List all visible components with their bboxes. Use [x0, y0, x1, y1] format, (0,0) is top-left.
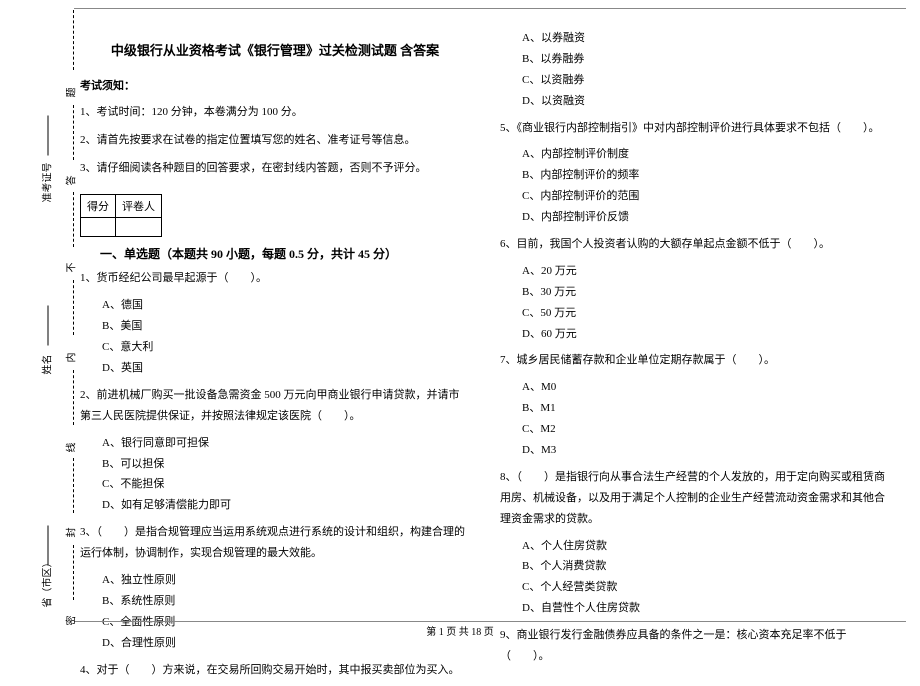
side-name-label: 姓名: [39, 355, 54, 375]
q4-opt-c: C、以资融券: [522, 70, 890, 91]
q4-opt-b: B、以券融券: [522, 49, 890, 70]
side-ticket-label: 准考证号: [39, 163, 54, 203]
exam-title: 中级银行从业资格考试《银行管理》过关检测试题 含答案: [80, 40, 470, 59]
q5-text: 5、《商业银行内部控制指引》中对内部控制评价进行具体要求不包括（ ）。: [500, 118, 890, 139]
q7-opt-b: B、M1: [522, 398, 890, 419]
seal-char-4: 内: [63, 353, 78, 363]
q7-text: 7、城乡居民储蓄存款和企业单位定期存款属于（ ）。: [500, 350, 890, 371]
q1-opt-c: C、意大利: [102, 337, 470, 358]
seal-char-6: 答: [63, 176, 78, 186]
notice-1: 1、考试时间：120 分钟，本卷满分为 100 分。: [80, 103, 470, 123]
q6-text: 6、目前，我国个人投资者认购的大额存单起点金额不低于（ ）。: [500, 234, 890, 255]
side-region-label: 省（市区）: [39, 558, 54, 608]
q2-opt-c: C、不能担保: [102, 474, 470, 495]
seal-line-3: [73, 370, 74, 425]
q6-opt-b: B、30 万元: [522, 282, 890, 303]
q6-opt-c: C、50 万元: [522, 303, 890, 324]
notice-head: 考试须知：: [80, 77, 470, 93]
q2-opt-d: D、如有足够清偿能力即可: [102, 495, 470, 516]
q2-opt-b: B、可以担保: [102, 454, 470, 475]
seal-line-4: [73, 280, 74, 335]
q3-opt-b: B、系统性原则: [102, 591, 470, 612]
page-footer: 第 1 页 共 18 页: [0, 623, 920, 638]
q5-opt-b: B、内部控制评价的频率: [522, 165, 890, 186]
seal-line-6: [73, 105, 74, 160]
q5-opt-d: D、内部控制评价反馈: [522, 207, 890, 228]
q7-opt-c: C、M2: [522, 419, 890, 440]
q8-opt-c: C、个人经营类贷款: [522, 577, 890, 598]
seal-line-7: [73, 10, 74, 70]
seal-char-2: 封: [63, 528, 78, 538]
right-column: A、以券融资 B、以券融券 C、以资融券 D、以资融资 5、《商业银行内部控制指…: [500, 20, 890, 686]
left-column: 中级银行从业资格考试《银行管理》过关检测试题 含答案 考试须知： 1、考试时间：…: [80, 20, 470, 686]
q2-text: 2、前进机械厂购买一批设备急需资金 500 万元向甲商业银行申请贷款，并请市第三…: [80, 385, 470, 427]
q1-text: 1、货币经纪公司最早起源于（ ）。: [80, 268, 470, 289]
grader-label: 评卷人: [116, 195, 162, 218]
score-table: 得分 评卷人: [80, 194, 162, 237]
seal-line-5: [73, 192, 74, 247]
side-binding-area: 省（市区） 姓名 准考证号 密 封 线 内 不 答 题: [18, 0, 68, 620]
q5-opt-a: A、内部控制评价制度: [522, 144, 890, 165]
score-blank: [81, 218, 116, 237]
content-columns: 中级银行从业资格考试《银行管理》过关检测试题 含答案 考试须知： 1、考试时间：…: [80, 20, 890, 686]
notice-2: 2、请首先按要求在试卷的指定位置填写您的姓名、准考证号等信息。: [80, 131, 470, 151]
q3-opt-a: A、独立性原则: [102, 570, 470, 591]
q2-opt-a: A、银行同意即可担保: [102, 433, 470, 454]
notice-3: 3、请仔细阅读各种题目的回答要求，在密封线内答题，否则不予评分。: [80, 159, 470, 179]
seal-line-2: [73, 458, 74, 513]
q8-text: 8、（ ）是指银行向从事合法生产经营的个人发放的，用于定向购买或租赁商用房、机械…: [500, 467, 890, 530]
seal-char-7: 题: [63, 88, 78, 98]
q4-text: 4、对于（ ）方来说，在交易所回购交易开始时，其中报买卖部位为买入。: [80, 660, 470, 681]
seal-char-3: 线: [63, 443, 78, 453]
q7-opt-a: A、M0: [522, 377, 890, 398]
seal-char-5: 不: [63, 263, 78, 273]
q8-opt-d: D、自营性个人住房贷款: [522, 598, 890, 619]
side-region-blank: [48, 526, 49, 566]
score-row: 得分 评卷人 一、单选题（本题共 90 小题，每题 0.5 分，共计 45 分）: [80, 186, 470, 262]
q6-opt-a: A、20 万元: [522, 261, 890, 282]
exam-page: 省（市区） 姓名 准考证号 密 封 线 内 不 答 题 中级银行从业资格考试《银…: [0, 0, 920, 650]
seal-line-1: [73, 545, 74, 600]
grader-blank: [116, 218, 162, 237]
side-ticket-blank: [48, 116, 49, 156]
section-1-title: 一、单选题（本题共 90 小题，每题 0.5 分，共计 45 分）: [100, 245, 397, 262]
q8-opt-b: B、个人消费贷款: [522, 556, 890, 577]
q4-opt-a: A、以券融资: [522, 28, 890, 49]
side-name-blank: [48, 306, 49, 346]
q5-opt-c: C、内部控制评价的范围: [522, 186, 890, 207]
q4-opt-d: D、以资融资: [522, 91, 890, 112]
q1-opt-a: A、德国: [102, 295, 470, 316]
q1-opt-d: D、英国: [102, 358, 470, 379]
q6-opt-d: D、60 万元: [522, 324, 890, 345]
q8-opt-a: A、个人住房贷款: [522, 536, 890, 557]
score-label: 得分: [81, 195, 116, 218]
q1-opt-b: B、美国: [102, 316, 470, 337]
q7-opt-d: D、M3: [522, 440, 890, 461]
q3-text: 3、（ ）是指合规管理应当运用系统观点进行系统的设计和组织，构建合理的运行体制，…: [80, 522, 470, 564]
